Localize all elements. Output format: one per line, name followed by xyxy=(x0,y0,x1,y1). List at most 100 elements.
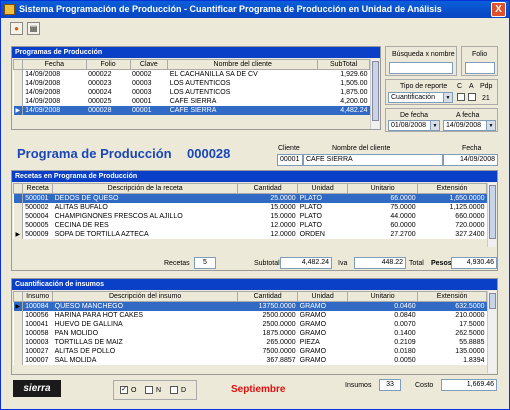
table-row[interactable]: 100007 SAL MOLIDA 367.8857 GRAMO 0.0050 1.839… xyxy=(13,355,487,365)
programa-folio: 000028 xyxy=(187,146,231,161)
col-clave[interactable]: Clave xyxy=(129,59,169,70)
programas-panel: Programas de Producción Fecha Folio Clav… xyxy=(11,46,381,130)
programas-table[interactable]: Fecha Folio Clave Nombre del cliente Sub… xyxy=(12,59,370,115)
folio-input[interactable] xyxy=(465,62,495,74)
table-row[interactable]: 14/09/2008 000025 00001 CAFE SIERRA 4,200.00 xyxy=(13,96,370,106)
col-cantidad[interactable]: Cantidad xyxy=(237,291,299,302)
col-unidad[interactable]: Unidad xyxy=(297,291,349,302)
month-label: Septiembre xyxy=(231,384,286,395)
table-row-selected[interactable]: ▶ 14/09/2008 000028 00001 CAFE SIERRA 4,482.2… xyxy=(13,105,370,115)
table-row[interactable]: 14/09/2008 000023 00003 LOS AUTENTICOS 1,505… xyxy=(13,78,370,88)
d-label: D xyxy=(181,387,187,394)
col-unitario[interactable]: Unitario xyxy=(347,291,419,302)
col-cliente[interactable]: Nombre del cliente xyxy=(167,59,319,70)
subtotal-value: 4,482.24 xyxy=(280,257,332,269)
insumos-count-label: Insumos xyxy=(345,382,372,389)
table-row[interactable]: 14/09/2008 000022 00002 EL CACHANILLA SA DE… xyxy=(13,69,370,79)
de-fecha-picker[interactable]: 01/08/2008 ▼ xyxy=(388,120,440,131)
tipo-group: Tipo de reporte C A Pdp Cuantificación ▼… xyxy=(385,79,498,105)
row-pointer-icon: ▶ xyxy=(13,301,24,311)
table-row[interactable]: 500005 CECINA DE RES 12.0000 PLATO 60.0000 72… xyxy=(13,220,487,230)
col-receta[interactable]: Receta xyxy=(22,183,54,194)
close-button[interactable]: X xyxy=(491,2,506,17)
col-extension[interactable]: Extensión xyxy=(417,183,487,194)
ond-group: ✓ O N D xyxy=(113,380,197,400)
window-title: Sistema Programación de Producción - Cua… xyxy=(19,4,442,14)
total-value: 4,930.46 xyxy=(451,257,497,269)
col-extension[interactable]: Extensión xyxy=(417,291,487,302)
col-fecha[interactable]: Fecha xyxy=(22,59,87,70)
c-checkbox[interactable] xyxy=(457,93,465,101)
insumos-panel: Cuantificación de insumos Insumo Descrip… xyxy=(11,278,498,375)
nombre-cliente-label: Nombre del cliente xyxy=(332,145,391,152)
new-icon[interactable]: ● xyxy=(10,22,23,35)
recetas-title: Recetas en Programa de Producción xyxy=(12,171,497,182)
table-row[interactable]: 100027 ALITAS DE POLLO 7500.0000 GRAMO 0.018… xyxy=(13,346,487,356)
pdp-value: 21 xyxy=(482,95,490,102)
col-unitario[interactable]: Unitario xyxy=(347,183,419,194)
n-checkbox[interactable] xyxy=(145,386,153,394)
insumos-scrollbar[interactable] xyxy=(487,291,496,373)
folio-group: Folio xyxy=(461,46,498,76)
insumos-count: 33 xyxy=(379,379,401,391)
subtotal-label: Subtotal xyxy=(254,260,280,267)
iva-value: 448.22 xyxy=(354,257,406,269)
main-window: Sistema Programación de Producción - Cua… xyxy=(0,0,510,410)
fecha-group: De fecha A fecha 01/08/2008 ▼ 14/09/2008… xyxy=(385,108,498,132)
col-folio[interactable]: Folio xyxy=(85,59,131,70)
n-label: N xyxy=(156,387,162,394)
folio-label: Folio xyxy=(472,51,488,58)
a-label: A xyxy=(469,83,474,90)
pesos-label: Pesos xyxy=(431,260,452,267)
chevron-down-icon: ▼ xyxy=(443,93,452,102)
a-checkbox[interactable] xyxy=(468,93,476,101)
insumos-table[interactable]: Insumo Descripción del insumo Cantidad U… xyxy=(12,291,487,365)
fecha-label: Fecha xyxy=(462,145,482,152)
col-insumo[interactable]: Insumo xyxy=(22,291,54,302)
print-icon[interactable]: ▤ xyxy=(27,22,40,35)
row-pointer-icon: ▶ xyxy=(13,229,24,239)
col-descripcion-insumo[interactable]: Descripción del insumo xyxy=(52,291,239,302)
recetas-panel: Recetas en Programa de Producción Receta… xyxy=(11,170,498,271)
total-label: Total xyxy=(409,260,424,267)
de-fecha-label: De fecha xyxy=(400,112,429,119)
tipo-select[interactable]: Cuantificación ▼ xyxy=(388,92,453,103)
table-row[interactable]: 14/09/2008 000024 00003 LOS AUTENTICOS 1,875… xyxy=(13,87,370,97)
col-unidad[interactable]: Unidad xyxy=(297,183,349,194)
cliente-nombre-field: CAFE SIERRA xyxy=(303,154,443,166)
c-label: C xyxy=(457,83,463,90)
table-row[interactable]: 500002 ALITAS BUFALO 15.0000 PLATO 75.0000 1,… xyxy=(13,202,487,212)
a-fecha-label: A fecha xyxy=(456,112,480,119)
recetas-table[interactable]: Receta Descripción de la receta Cantidad… xyxy=(12,183,487,239)
recetas-scrollbar[interactable] xyxy=(487,183,496,247)
insumos-title: Cuantificación de insumos xyxy=(12,279,497,290)
d-checkbox[interactable] xyxy=(170,386,178,394)
title-bar: Sistema Programación de Producción - Cua… xyxy=(1,1,509,18)
col-descripcion-receta[interactable]: Descripción de la receta xyxy=(52,183,239,194)
cliente-label: Cliente xyxy=(278,145,300,152)
table-row[interactable]: 500004 CHAMPIGNONES FRESCOS AL AJILLO 15.0… xyxy=(13,211,487,221)
table-row[interactable]: 100041 HUEVO DE GALLINA 2500.0000 GRAMO 0.00… xyxy=(13,319,487,329)
programas-title: Programas de Producción xyxy=(12,47,380,58)
o-checkbox[interactable]: ✓ xyxy=(120,386,128,394)
fecha-field: 14/09/2008 xyxy=(443,154,498,166)
table-row-selected[interactable]: 500001 DEDOS DE QUESO 25.0000 PLATO 66.0000 1… xyxy=(13,193,487,203)
recetas-count-label: Recetas xyxy=(164,260,190,267)
busqueda-input[interactable] xyxy=(389,62,453,74)
a-fecha-picker[interactable]: 14/09/2008 ▼ xyxy=(443,120,496,131)
table-row[interactable]: 100003 TORTILLAS DE MAIZ 265.0000 PIEZA 0.21… xyxy=(13,337,487,347)
table-row[interactable]: 100056 HARINA PARA HOT CAKES 2500.0000 GRAM… xyxy=(13,310,487,320)
table-row[interactable]: ▶ 500009 SOPA DE TORTILLA AZTECA 12.0000 ORD… xyxy=(13,229,487,239)
table-row-selected[interactable]: ▶ 100084 QUESO MANCHEGO 13750.0000 GRAMO 0.04… xyxy=(13,301,487,311)
recetas-count: 5 xyxy=(194,257,216,269)
o-label: O xyxy=(131,387,137,394)
table-row[interactable]: 100058 PAN MOLIDO 1875.0000 GRAMO 0.1400 262.… xyxy=(13,328,487,338)
tipo-label: Tipo de reporte xyxy=(400,83,448,90)
col-subtotal[interactable]: SubTotal xyxy=(317,59,370,70)
programas-scrollbar[interactable] xyxy=(370,59,379,129)
cliente-clave-field: 00001 xyxy=(277,154,303,166)
chevron-down-icon: ▼ xyxy=(430,121,439,130)
col-cantidad[interactable]: Cantidad xyxy=(237,183,299,194)
chevron-down-icon: ▼ xyxy=(486,121,495,130)
costo-label: Costo xyxy=(415,382,434,389)
